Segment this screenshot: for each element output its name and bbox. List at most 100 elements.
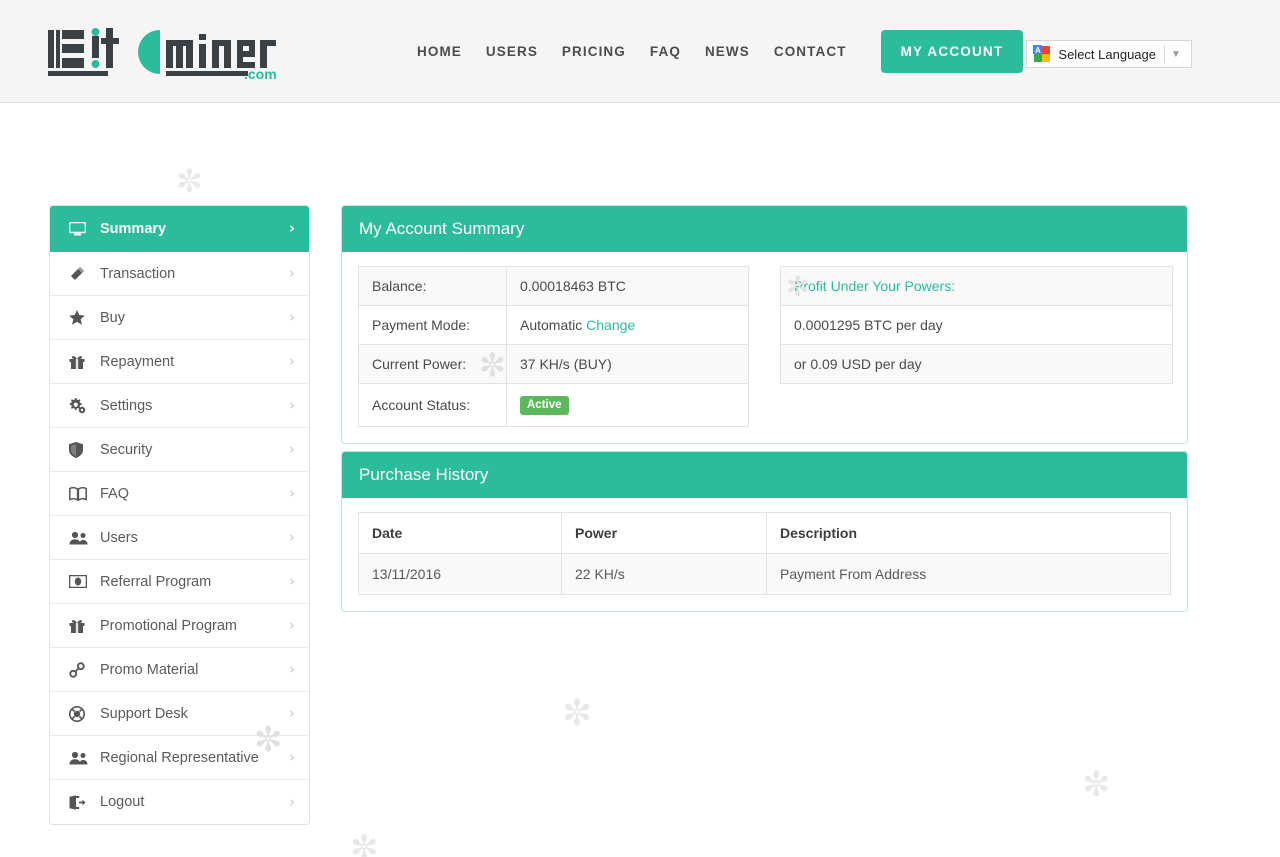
status-badge: Active xyxy=(520,396,569,415)
chevron-right-icon: › xyxy=(289,704,295,722)
account-sidebar: Summary › Transaction › Buy › Repayment … xyxy=(49,205,310,825)
sidebar-item-summary[interactable]: Summary › xyxy=(50,206,309,252)
chevron-right-icon: › xyxy=(289,792,295,811)
book-icon xyxy=(69,486,89,502)
gears-icon xyxy=(69,397,89,414)
sidebar-item-buy[interactable]: Buy › xyxy=(50,296,309,340)
chevron-right-icon: › xyxy=(289,748,295,766)
profit-table: Profit Under Your Powers: 0.0001295 BTC … xyxy=(780,266,1173,384)
profit-column: Profit Under Your Powers: 0.0001295 BTC … xyxy=(780,266,1173,427)
column-header-power: Power xyxy=(561,512,767,554)
account-details-column: Balance: 0.00018463 BTC Payment Mode: Au… xyxy=(358,266,749,427)
sidebar-item-label: Buy xyxy=(100,309,125,326)
sidebar-item-repayment[interactable]: Repayment › xyxy=(50,340,309,384)
snowflake-decoration: ✼ xyxy=(1082,766,1111,804)
chevron-right-icon: › xyxy=(289,616,295,634)
table-row: Payment Mode: Automatic Change xyxy=(358,305,749,345)
balance-label: Balance: xyxy=(358,266,507,306)
sidebar-item-faq[interactable]: FAQ › xyxy=(50,472,309,516)
my-account-button[interactable]: MY ACCOUNT xyxy=(880,30,1024,73)
sidebar-item-label: Logout xyxy=(100,794,145,810)
main-navigation: HOME USERS PRICING FAQ NEWS CONTACT MY A… xyxy=(405,0,1024,103)
users-icon xyxy=(69,530,89,546)
cell-description: Payment From Address xyxy=(766,553,1171,595)
sidebar-item-promotional-program[interactable]: Promotional Program › xyxy=(50,604,309,648)
sidebar-item-logout[interactable]: Logout › xyxy=(50,780,309,824)
chevron-down-icon[interactable]: ▼ xyxy=(1165,49,1187,60)
column-header-description: Description xyxy=(766,512,1171,554)
gift-icon xyxy=(69,618,89,634)
svg-text:A: A xyxy=(1035,46,1041,55)
nav-item-faq[interactable]: FAQ xyxy=(638,44,693,59)
language-selector-label: Select Language xyxy=(1058,46,1156,62)
chevron-right-icon: › xyxy=(289,264,295,282)
sidebar-item-label: Settings xyxy=(100,397,153,414)
sign-out-icon xyxy=(69,794,89,810)
snowflake-decoration: ✼ xyxy=(176,163,203,199)
sidebar-item-referral-program[interactable]: Referral Program › xyxy=(50,560,309,604)
table-row: 13/11/2016 22 KH/s Payment From Address xyxy=(358,553,1171,595)
nav-item-home[interactable]: HOME xyxy=(405,44,474,59)
lifebuoy-icon xyxy=(69,705,89,722)
sidebar-item-label: Support Desk xyxy=(100,705,188,722)
sidebar-item-support-desk[interactable]: Support Desk › xyxy=(50,692,309,736)
account-status-label: Account Status: xyxy=(358,383,507,427)
link-chain-icon xyxy=(69,661,89,678)
snowflake-decoration: ✼ xyxy=(350,829,379,857)
account-summary-card: My Account Summary Balance: 0.00018463 B… xyxy=(341,205,1188,444)
sidebar-item-label: Referral Program xyxy=(100,573,212,590)
cell-power: 22 KH/s xyxy=(561,553,767,595)
purchase-history-card: Purchase History Date Power Description … xyxy=(341,451,1188,612)
payment-mode-label: Payment Mode: xyxy=(358,305,507,345)
nav-item-users[interactable]: USERS xyxy=(474,44,550,59)
profit-title: Profit Under Your Powers: xyxy=(780,266,1173,306)
table-header-row: Date Power Description xyxy=(358,512,1171,554)
nav-item-contact[interactable]: CONTACT xyxy=(762,44,859,59)
sidebar-item-regional-representative[interactable]: Regional Representative › xyxy=(50,736,309,780)
table-row: 0.0001295 BTC per day xyxy=(780,305,1173,345)
profit-usd-value: or 0.09 USD per day xyxy=(780,344,1173,384)
site-header: .com HOME USERS PRICING FAQ NEWS CONTACT… xyxy=(0,0,1280,103)
sidebar-item-label: Security xyxy=(100,441,153,458)
purchase-history-table: Date Power Description 13/11/2016 22 KH/… xyxy=(358,512,1171,595)
star-icon xyxy=(69,310,89,326)
sidebar-item-label: FAQ xyxy=(100,485,130,502)
sidebar-item-label: Summary xyxy=(100,220,167,237)
payment-mode-text: Automatic xyxy=(520,317,583,333)
table-row: Profit Under Your Powers: xyxy=(780,266,1173,306)
account-status-value: Active xyxy=(506,383,749,427)
table-row: or 0.09 USD per day xyxy=(780,344,1173,384)
sidebar-item-label: Promo Material xyxy=(100,661,199,678)
users-icon xyxy=(69,750,89,766)
table-row: Current Power: 37 KH/s (BUY) xyxy=(358,344,749,384)
payment-mode-value: Automatic Change xyxy=(506,305,749,345)
nav-item-pricing[interactable]: PRICING xyxy=(550,44,638,59)
sidebar-item-promo-material[interactable]: Promo Material › xyxy=(50,648,309,692)
google-translate-icon: A xyxy=(1033,45,1051,62)
snowflake-decoration: ✼ xyxy=(562,692,593,733)
sidebar-item-label: Transaction xyxy=(100,265,176,282)
chevron-right-icon: › xyxy=(288,219,295,237)
language-selector[interactable]: A Select Language ▼ xyxy=(1026,40,1192,68)
chevron-right-icon: › xyxy=(289,352,295,370)
desktop-icon xyxy=(69,221,89,237)
balance-value: 0.00018463 BTC xyxy=(506,266,749,306)
sidebar-item-settings[interactable]: Settings › xyxy=(50,384,309,428)
sidebar-item-security[interactable]: Security › xyxy=(50,428,309,472)
svg-text:.com: .com xyxy=(244,66,277,82)
table-row: Balance: 0.00018463 BTC xyxy=(358,266,749,306)
sidebar-item-label: Promotional Program xyxy=(100,617,237,634)
change-payment-mode-link[interactable]: Change xyxy=(586,317,635,333)
page-body: ✼ ✼ ✼ ✼ ✼ ✼ ✼ Summary › Transaction › Bu… xyxy=(0,103,1280,857)
sidebar-item-users[interactable]: Users › xyxy=(50,516,309,560)
account-details-table: Balance: 0.00018463 BTC Payment Mode: Au… xyxy=(358,266,749,427)
account-summary-title: My Account Summary xyxy=(342,206,1187,252)
table-row: Account Status: Active xyxy=(358,383,749,427)
sidebar-item-transaction[interactable]: Transaction › xyxy=(50,252,309,296)
site-logo[interactable]: .com xyxy=(48,22,278,84)
nav-item-news[interactable]: NEWS xyxy=(693,44,762,59)
sidebar-item-label: Repayment xyxy=(100,353,175,370)
sidebar-item-label: Regional Representative xyxy=(100,749,259,766)
cell-date: 13/11/2016 xyxy=(358,553,562,595)
chevron-right-icon: › xyxy=(289,484,295,502)
